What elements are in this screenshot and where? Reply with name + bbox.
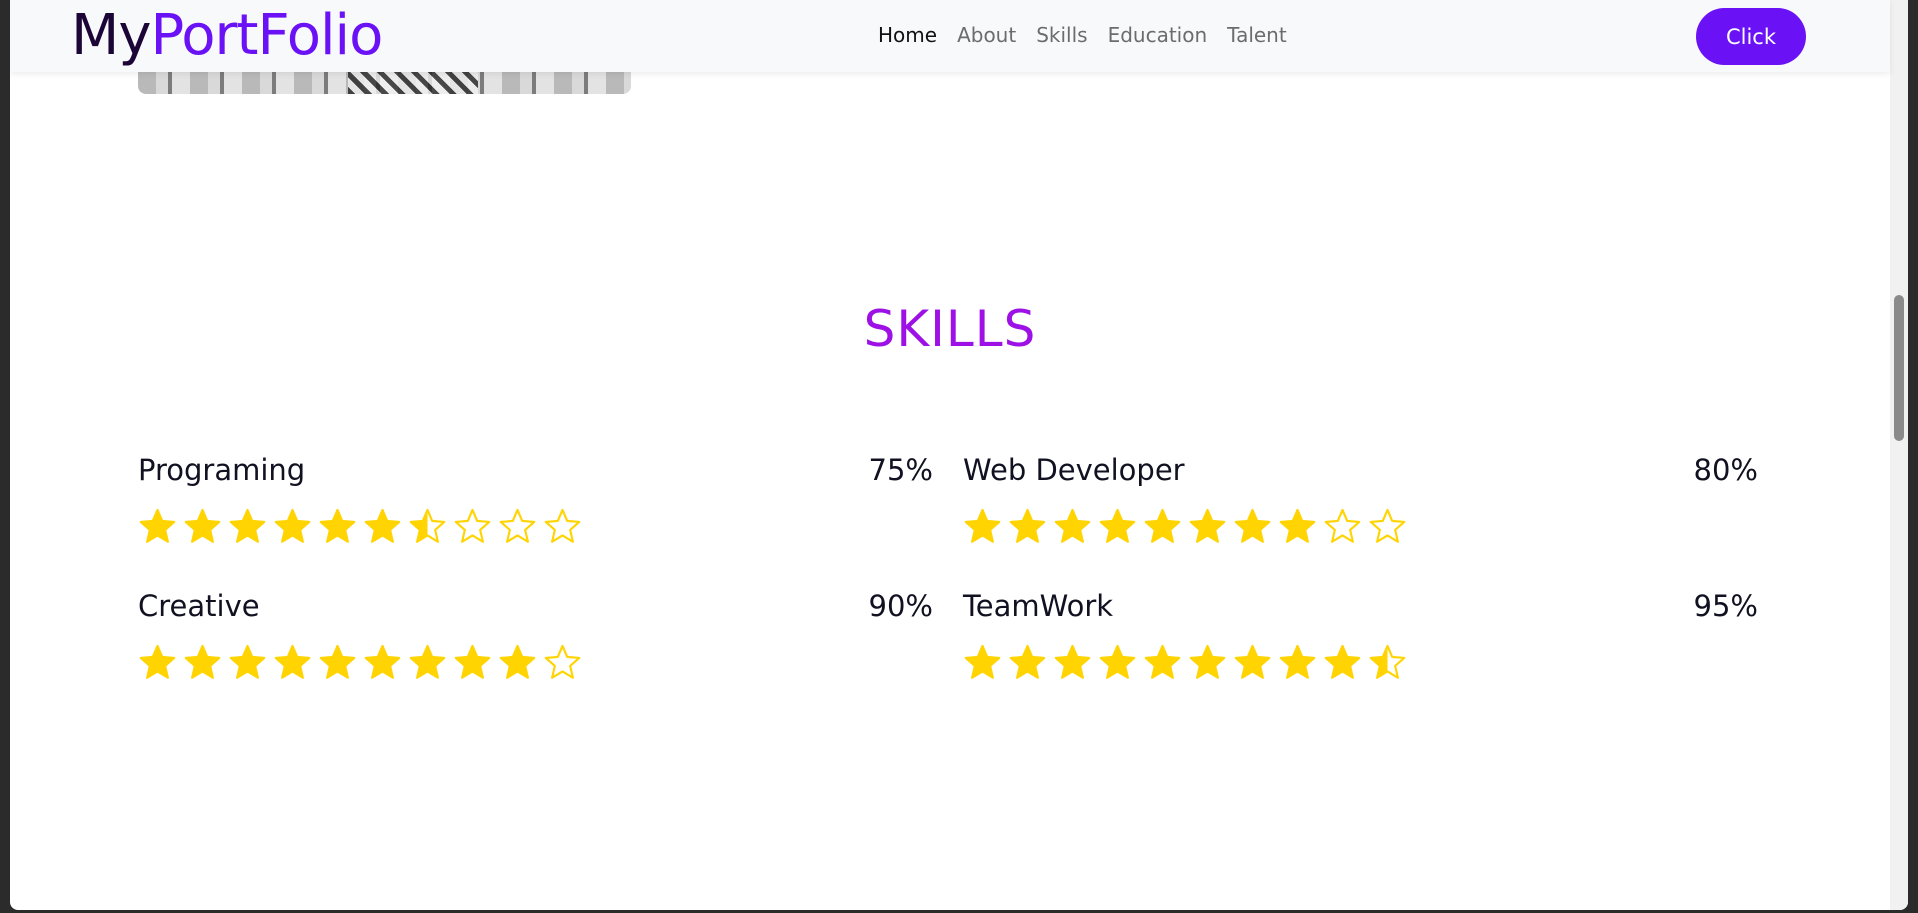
skill-percent: 75%: [868, 453, 933, 487]
nav-links: Home About Skills Education Talent: [868, 22, 1297, 48]
star-full-icon: [1009, 644, 1046, 679]
star-full-icon: [1144, 508, 1181, 543]
star-full-icon: [1279, 644, 1316, 679]
star-full-icon: [1324, 644, 1361, 679]
star-empty-icon: [544, 644, 581, 679]
star-rating: [138, 643, 582, 682]
star-full-icon: [1054, 508, 1091, 543]
star-full-icon: [454, 644, 491, 679]
skill-percent: 90%: [868, 589, 933, 623]
star-full-icon: [184, 508, 221, 543]
scrollbar-thumb[interactable]: [1894, 295, 1904, 441]
star-rating: [963, 643, 1407, 682]
star-full-icon: [1234, 508, 1271, 543]
star-full-icon: [1144, 644, 1181, 679]
skill-percent: 95%: [1693, 589, 1758, 623]
star-full-icon: [1189, 508, 1226, 543]
star-empty-icon: [1369, 508, 1406, 543]
skill-name: Programing: [138, 453, 306, 487]
star-full-icon: [1189, 644, 1226, 679]
nav-link-about[interactable]: About: [947, 22, 1026, 48]
click-button[interactable]: Click: [1696, 8, 1806, 65]
star-full-icon: [499, 644, 536, 679]
star-full-icon: [274, 508, 311, 543]
star-full-icon: [184, 644, 221, 679]
skill-name: TeamWork: [963, 589, 1114, 623]
star-full-icon: [229, 508, 266, 543]
star-half-icon: [409, 508, 446, 543]
nav-link-education[interactable]: Education: [1098, 22, 1218, 48]
scrollbar[interactable]: [1890, 0, 1908, 910]
star-full-icon: [1099, 644, 1136, 679]
star-full-icon: [1099, 508, 1136, 543]
nav-link-talent[interactable]: Talent: [1217, 22, 1297, 48]
star-full-icon: [964, 644, 1001, 679]
star-full-icon: [319, 508, 356, 543]
star-rating: [138, 507, 582, 546]
browser-window: MyPortFolio Home About Skills Education …: [10, 0, 1908, 910]
star-empty-icon: [1324, 508, 1361, 543]
star-full-icon: [1009, 508, 1046, 543]
brand-part-portfolio: PortFolio: [150, 3, 383, 68]
star-full-icon: [964, 508, 1001, 543]
star-full-icon: [229, 644, 266, 679]
star-full-icon: [274, 644, 311, 679]
star-half-icon: [1369, 644, 1406, 679]
star-full-icon: [1234, 644, 1271, 679]
star-full-icon: [364, 508, 401, 543]
brand-part-my: My: [71, 3, 151, 68]
star-empty-icon: [499, 508, 536, 543]
star-full-icon: [319, 644, 356, 679]
skills-title: SKILLS: [863, 300, 1037, 358]
star-empty-icon: [544, 508, 581, 543]
nav-link-home[interactable]: Home: [868, 22, 947, 48]
star-rating: [963, 507, 1407, 546]
skill-percent: 80%: [1693, 453, 1758, 487]
nav-link-skills[interactable]: Skills: [1026, 22, 1097, 48]
star-full-icon: [409, 644, 446, 679]
star-full-icon: [364, 644, 401, 679]
star-empty-icon: [454, 508, 491, 543]
navbar: MyPortFolio Home About Skills Education …: [10, 0, 1890, 72]
star-full-icon: [139, 508, 176, 543]
skill-name: Creative: [138, 589, 260, 623]
star-full-icon: [1054, 644, 1091, 679]
star-full-icon: [1279, 508, 1316, 543]
brand-logo[interactable]: MyPortFolio: [71, 0, 383, 72]
star-full-icon: [139, 644, 176, 679]
skill-name: Web Developer: [963, 453, 1185, 487]
